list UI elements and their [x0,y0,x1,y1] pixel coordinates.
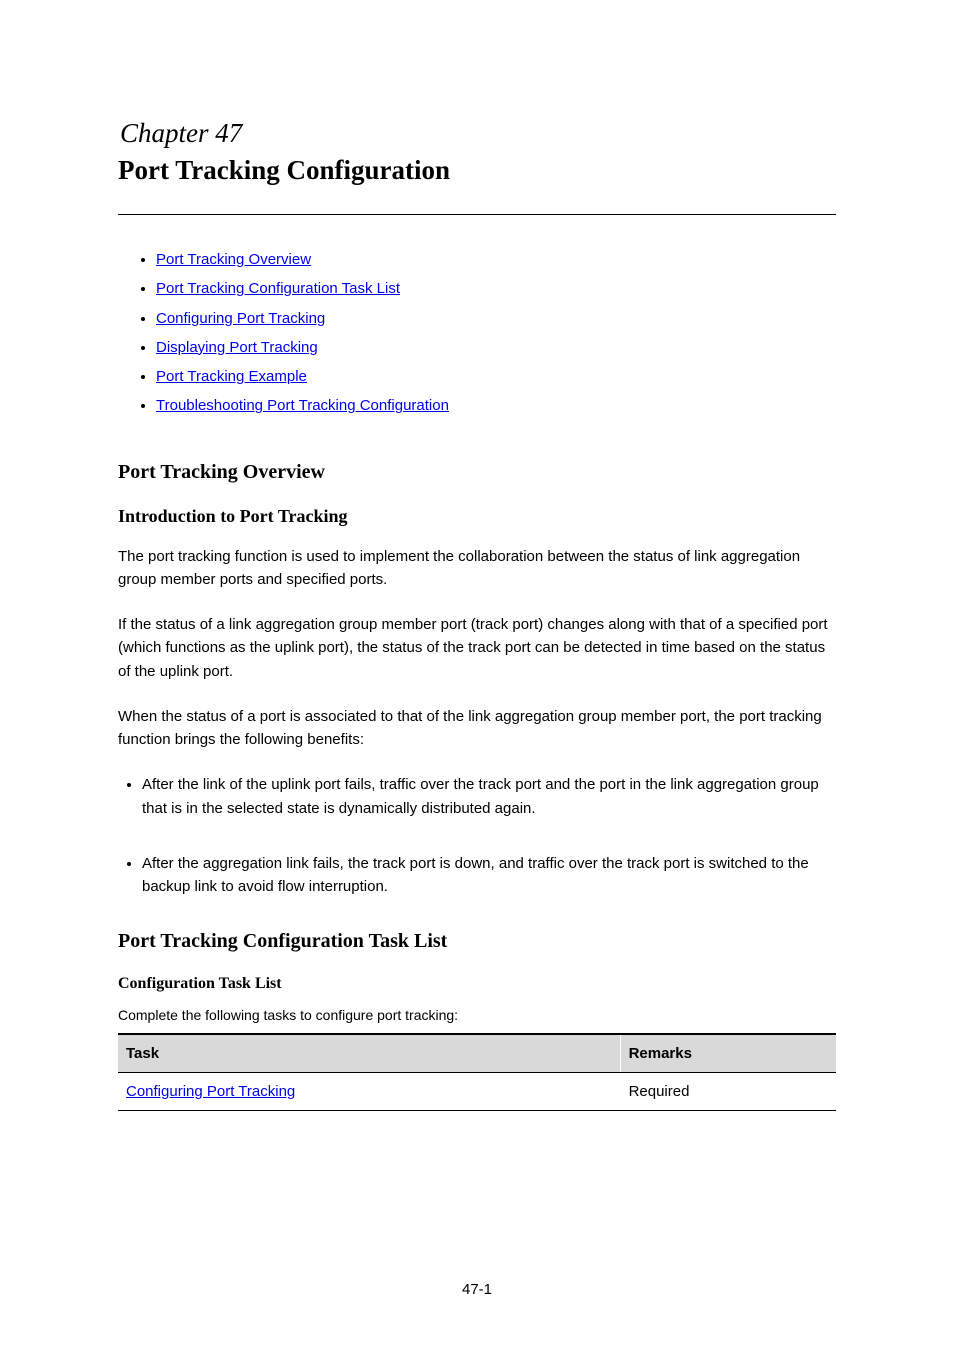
chapter-label: Chapter 47 [120,118,836,149]
chapter-title: Port Tracking Configuration [118,155,836,186]
toc-list: Port Tracking Overview Port Tracking Con… [156,245,836,421]
body-paragraph: If the status of a link aggregation grou… [118,613,836,683]
section-heading-overview: Port Tracking Overview [118,461,836,484]
toc-link-displaying[interactable]: Displaying Port Tracking [156,339,318,356]
toc-item: Troubleshooting Port Tracking Configurat… [156,391,836,420]
table-cell-remarks: Required [620,1073,836,1111]
page-number: 47-1 [0,1281,954,1298]
toc-link-overview[interactable]: Port Tracking Overview [156,251,311,268]
table-link-configuring[interactable]: Configuring Port Tracking [126,1083,295,1100]
body-paragraph: When the status of a port is associated … [118,705,836,752]
toc-item: Configuring Port Tracking [156,304,836,333]
table-caption: Complete the following tasks to configur… [118,1007,836,1023]
toc-link-configuring[interactable]: Configuring Port Tracking [156,310,325,327]
table-header-remarks: Remarks [620,1034,836,1073]
table-header-task: Task [118,1034,620,1073]
task-table-wrap: Complete the following tasks to configur… [118,1007,836,1111]
subsection-heading-intro: Introduction to Port Tracking [118,506,836,527]
section-heading-task-list: Port Tracking Configuration Task List [118,930,836,953]
task-table: Task Remarks Configuring Port Tracking R… [118,1033,836,1111]
toc-item: Port Tracking Overview [156,245,836,274]
list-item: After the aggregation link fails, the tr… [142,852,836,899]
toc-link-troubleshooting[interactable]: Troubleshooting Port Tracking Configurat… [156,397,449,414]
toc-link-task-list[interactable]: Port Tracking Configuration Task List [156,280,400,297]
toc-item: Port Tracking Example [156,362,836,391]
toc-item: Port Tracking Configuration Task List [156,274,836,303]
table-header-row: Task Remarks [118,1034,836,1073]
table-row: Configuring Port Tracking Required [118,1073,836,1111]
body-paragraph: The port tracking function is used to im… [118,545,836,592]
table-cell-task: Configuring Port Tracking [118,1073,620,1111]
page: Chapter 47 Port Tracking Configuration P… [0,0,954,1350]
toc-link-example[interactable]: Port Tracking Example [156,368,307,385]
list-item: After the link of the uplink port fails,… [142,773,836,820]
separator-rule [118,214,836,215]
subsection-heading-config-task-list: Configuration Task List [118,975,836,993]
benefits-list: After the link of the uplink port fails,… [142,773,836,898]
toc-item: Displaying Port Tracking [156,333,836,362]
